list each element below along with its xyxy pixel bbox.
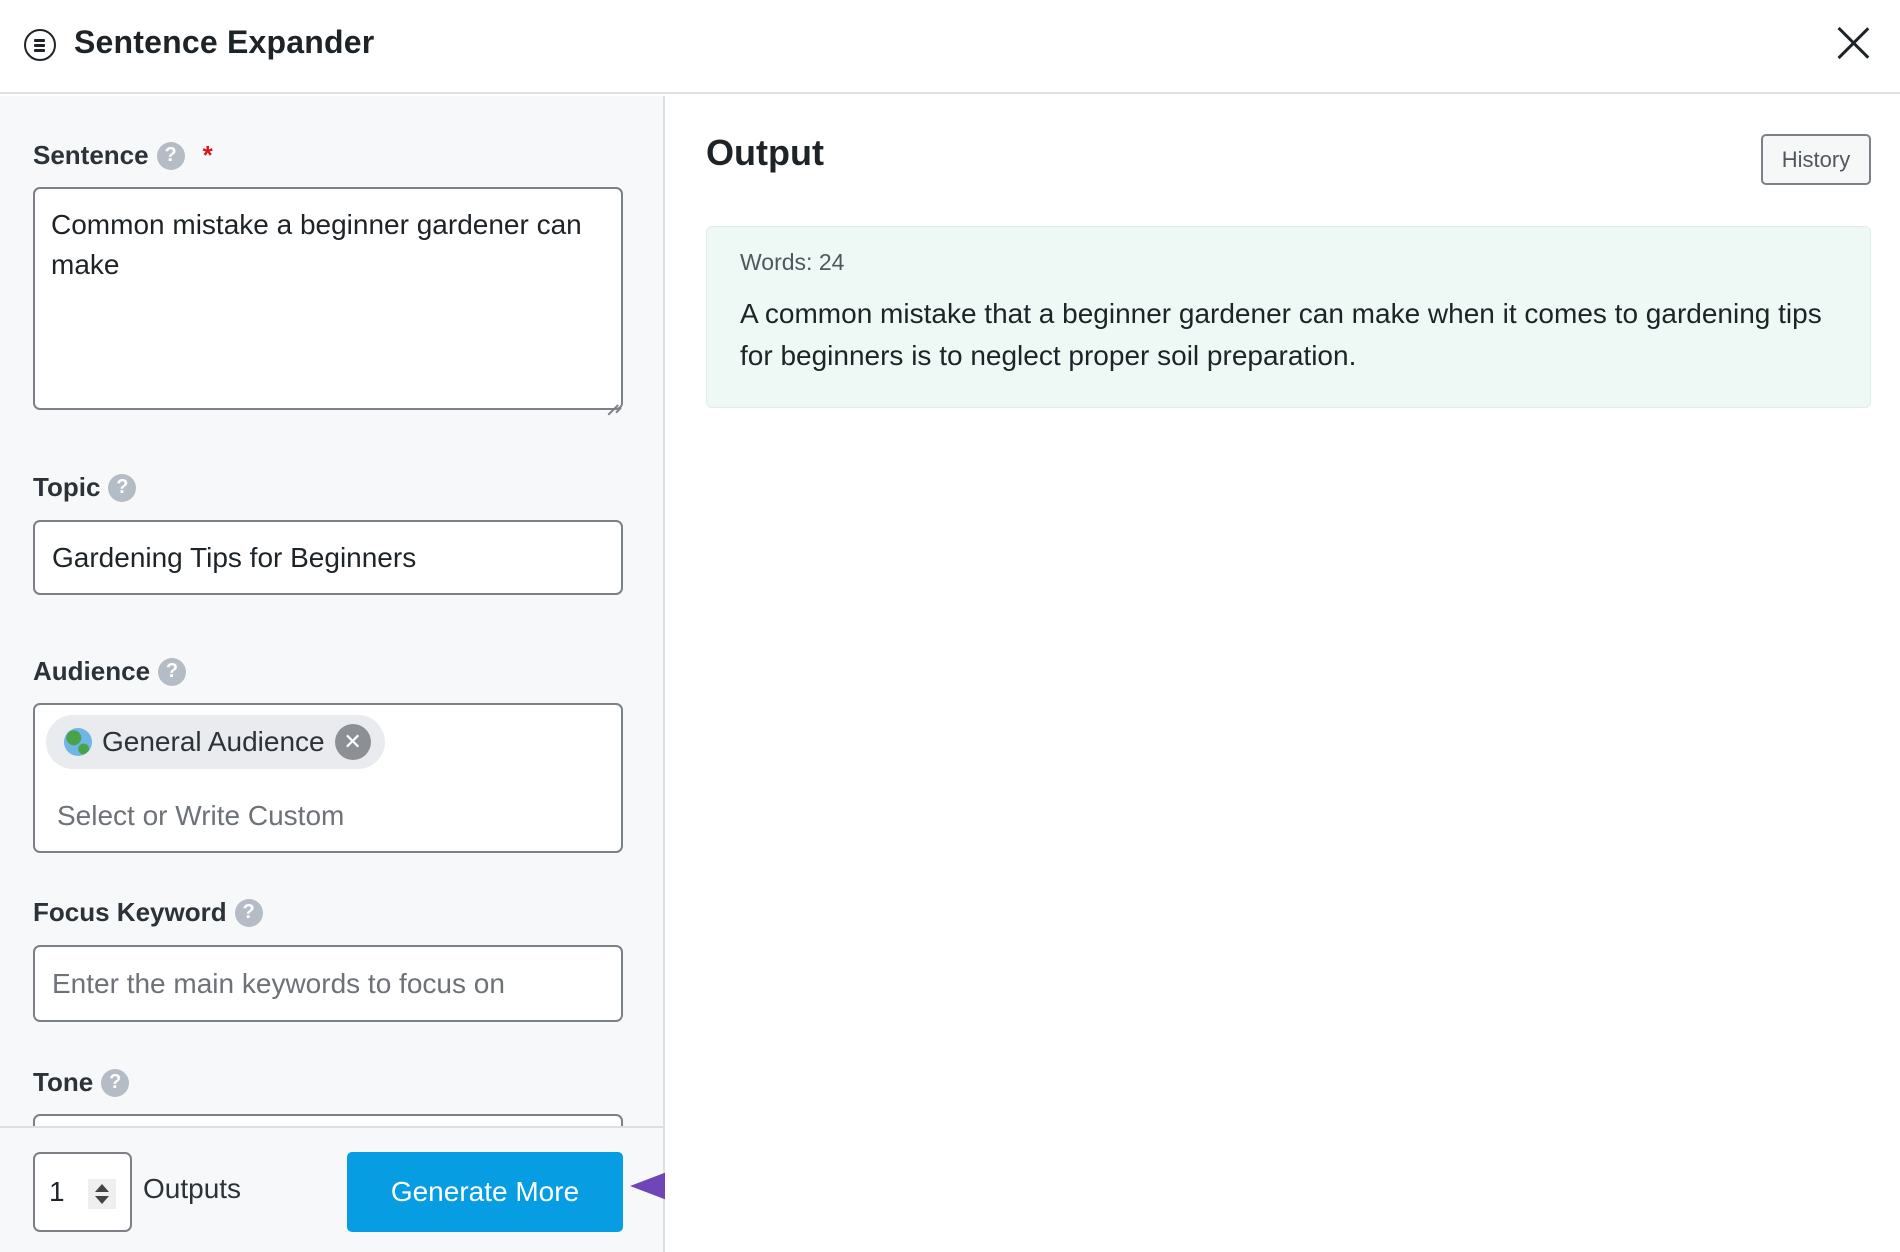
word-count: Words: 24 (740, 249, 845, 275)
menu-circle-icon[interactable] (24, 29, 56, 61)
modal-header: Sentence Expander (0, 0, 1900, 94)
sentence-label: Sentence ? * (33, 140, 213, 170)
topic-label: Topic ? (33, 472, 137, 503)
output-title: Output (706, 132, 824, 173)
outputs-count: 1 (49, 1176, 65, 1207)
help-icon[interactable]: ? (158, 657, 187, 686)
stepper-arrows[interactable] (88, 1179, 116, 1209)
close-icon[interactable] (1836, 26, 1870, 60)
audience-multiselect[interactable]: General Audience ✕ (33, 703, 623, 853)
remove-chip-icon[interactable]: ✕ (334, 724, 371, 760)
input-panel: Sentence ? * Common mistake a beginner g… (0, 96, 665, 1252)
output-panel: Output History Words: 24 A common mistak… (665, 96, 1900, 1252)
globe-icon (64, 728, 92, 756)
increment-icon[interactable] (95, 1184, 109, 1192)
outputs-stepper[interactable]: 1 (33, 1152, 132, 1232)
focus-keyword-input[interactable] (33, 945, 623, 1022)
generate-more-button[interactable]: Generate More (347, 1152, 623, 1232)
audience-input[interactable] (57, 796, 597, 836)
history-button[interactable]: History (1761, 134, 1871, 185)
outputs-label: Outputs (143, 1173, 242, 1204)
audience-label: Audience ? (33, 656, 187, 687)
output-result-card[interactable]: Words: 24 A common mistake that a beginn… (706, 226, 1871, 408)
focus-keyword-label: Focus Keyword ? (33, 897, 263, 928)
help-icon[interactable]: ? (156, 141, 185, 170)
help-icon[interactable]: ? (108, 473, 137, 502)
decrement-icon[interactable] (95, 1196, 109, 1204)
audience-chip-label: General Audience (102, 726, 325, 757)
required-asterisk: * (202, 140, 213, 170)
tone-label: Tone ? (33, 1067, 130, 1098)
topic-input[interactable] (33, 520, 623, 595)
sentence-textarea[interactable]: Common mistake a beginner gardener can m… (33, 187, 623, 410)
modal-title: Sentence Expander (74, 24, 375, 60)
resize-grip-icon[interactable] (606, 393, 620, 407)
help-icon[interactable]: ? (101, 1068, 130, 1097)
form-footer: 1 Outputs Generate More (0, 1126, 663, 1252)
output-text: A common mistake that a beginner gardene… (740, 298, 1822, 371)
help-icon[interactable]: ? (234, 898, 263, 927)
audience-chip: General Audience ✕ (46, 715, 385, 769)
